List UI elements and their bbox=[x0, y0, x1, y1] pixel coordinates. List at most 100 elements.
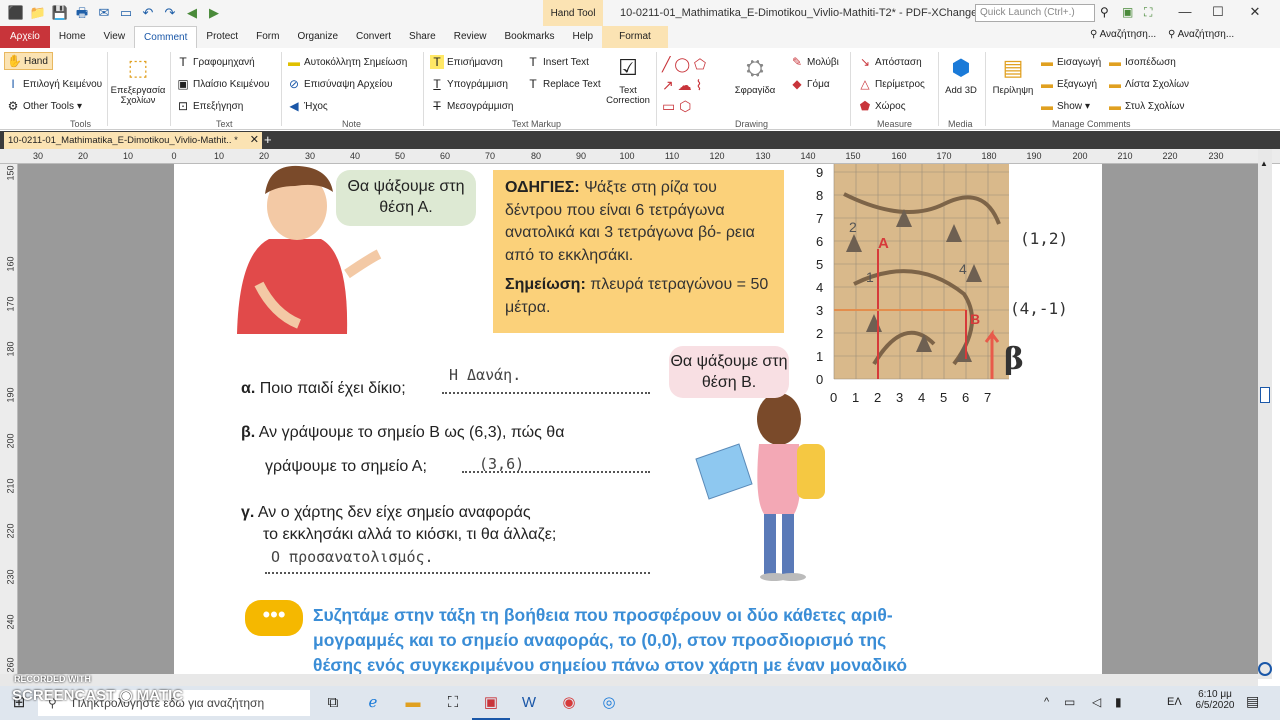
distance-button[interactable]: ↘ Απόσταση bbox=[858, 55, 922, 69]
comments-list-button[interactable]: ▬ Λίστα Σχολίων bbox=[1108, 77, 1189, 91]
fullscreen-icon[interactable]: ⛶ bbox=[1144, 5, 1152, 20]
eraser-button[interactable]: ◆ Γόμα bbox=[790, 77, 829, 91]
area-button[interactable]: ⬟ Χώρος bbox=[858, 99, 906, 113]
screencast-icon[interactable]: ◎ bbox=[590, 686, 628, 720]
sound-button[interactable]: ◀ Ήχος bbox=[287, 99, 327, 113]
ruler-label: 40 bbox=[349, 151, 361, 161]
show-button[interactable]: ▬ Show ▾ bbox=[1040, 99, 1090, 113]
document-tab[interactable]: 10-0211-01_Mathimatika_E-Dimotikou_Vivli… bbox=[4, 132, 262, 149]
language-indicator[interactable]: ΕΛ bbox=[1167, 696, 1182, 708]
text-correction-button[interactable]: ☑ Text Correction bbox=[603, 52, 653, 106]
textbox-button[interactable]: ▣ Πλαίσιο Κειμένου bbox=[176, 77, 269, 91]
search-button-2[interactable]: ⚲ Αναζήτηση... bbox=[1168, 29, 1234, 40]
open-icon[interactable]: 📁 bbox=[28, 3, 48, 23]
typewriter-button[interactable]: T Γραφομηχανή bbox=[176, 55, 254, 69]
restore-panels-icon[interactable]: ▣ bbox=[1122, 5, 1133, 19]
undo-icon[interactable]: ↶ bbox=[138, 3, 158, 23]
save-icon[interactable]: 💾 bbox=[50, 3, 70, 23]
drawing-shapes[interactable]: ╱ ◯ ⬠ ↗ ☁ ⌇ ▭ ⬡ bbox=[662, 54, 728, 117]
hand-button[interactable]: ✋ Hand bbox=[4, 52, 53, 70]
highlight-button[interactable]: T Επισήμανση bbox=[430, 55, 503, 69]
tab-bookmarks[interactable]: Bookmarks bbox=[496, 26, 564, 48]
export-button[interactable]: ▬ Εξαγωγή bbox=[1040, 77, 1097, 91]
speech-bubble-icon: ••• bbox=[245, 600, 303, 636]
word-icon[interactable]: W bbox=[510, 686, 548, 720]
rectangle-icon[interactable]: ▭ bbox=[662, 98, 675, 114]
strikeout-button[interactable]: T Μεσογράμμιση bbox=[430, 99, 513, 113]
scroll-thumb[interactable] bbox=[1260, 387, 1270, 403]
replace-text-button[interactable]: T Replace Text bbox=[526, 77, 600, 91]
tab-organize[interactable]: Organize bbox=[288, 26, 347, 48]
other-tools-button[interactable]: ⚙ Other Tools ▾ bbox=[6, 99, 82, 113]
pentagon-icon[interactable]: ⬡ bbox=[679, 98, 691, 114]
tray-chevron-icon[interactable]: ^ bbox=[1044, 696, 1049, 708]
ruler-label: 190 bbox=[5, 387, 16, 403]
pencil-button[interactable]: ✎ Μολύβι bbox=[790, 55, 839, 69]
tab-form[interactable]: Form bbox=[247, 26, 288, 48]
tab-home[interactable]: Home bbox=[50, 26, 95, 48]
network-icon[interactable]: ▭ bbox=[1064, 695, 1075, 709]
minimize-button[interactable]: — bbox=[1170, 4, 1200, 22]
email-icon[interactable]: ✉ bbox=[94, 3, 114, 23]
scan-icon[interactable]: ▭ bbox=[116, 3, 136, 23]
speaker-icon[interactable]: ◁ bbox=[1092, 695, 1101, 709]
stamp-button[interactable]: ⛭ Σφραγίδα bbox=[730, 52, 780, 96]
scroll-down-icon[interactable] bbox=[1258, 662, 1272, 676]
edge-icon[interactable]: ℯ bbox=[354, 686, 392, 720]
tab-protect[interactable]: Protect bbox=[197, 26, 247, 48]
search-icon[interactable]: ⚲ bbox=[1100, 5, 1109, 19]
tab-format[interactable]: Format bbox=[602, 26, 668, 48]
back-icon[interactable]: ◀ bbox=[182, 3, 202, 23]
underline-button[interactable]: T Υπογράμμιση bbox=[430, 77, 508, 91]
comment-styles-button[interactable]: ▬ Στυλ Σχολίων bbox=[1108, 99, 1184, 113]
vertical-scrollbar[interactable]: ▲ bbox=[1258, 149, 1272, 679]
attach-file-button[interactable]: ⊘ Επισύναψη Αρχείου bbox=[287, 77, 392, 91]
task-view-icon[interactable]: ⧉ bbox=[314, 686, 352, 720]
cloud-icon[interactable]: ☁ bbox=[678, 77, 692, 93]
notifications-icon[interactable]: ▤ bbox=[1246, 693, 1259, 710]
line-icon[interactable]: ╱ bbox=[662, 56, 670, 72]
maximize-button[interactable]: ☐ bbox=[1203, 4, 1233, 22]
battery-icon[interactable]: ▮ bbox=[1115, 695, 1122, 709]
tab-comment[interactable]: Comment bbox=[134, 26, 198, 48]
search-button-1[interactable]: ⚲ Αναζήτηση... bbox=[1090, 29, 1156, 40]
redo-icon[interactable]: ↷ bbox=[160, 3, 180, 23]
answer-b[interactable]: (3,6) bbox=[479, 455, 524, 473]
callout-button[interactable]: ⊡ Επεξήγηση bbox=[176, 99, 243, 113]
edit-comments-button[interactable]: ⬚ Επεξεργασία Σχολίων bbox=[108, 52, 168, 106]
answer-c[interactable]: Ο προσανατολισμός. bbox=[271, 548, 434, 566]
tab-help[interactable]: Help bbox=[564, 26, 603, 48]
close-icon[interactable]: ✕ bbox=[250, 132, 259, 149]
summary-button[interactable]: ▤ Περίληψη bbox=[988, 52, 1038, 96]
clock[interactable]: 6:10 μμ 6/5/2020 bbox=[1195, 689, 1235, 711]
tab-convert[interactable]: Convert bbox=[347, 26, 400, 48]
sticky-note-button[interactable]: ▬ Αυτοκόλλητη Σημείωση bbox=[287, 55, 407, 69]
tab-file[interactable]: Αρχείο bbox=[0, 26, 50, 48]
flatten-button[interactable]: ▬ Ισοπέδωση bbox=[1108, 55, 1176, 69]
polygon-icon[interactable]: ⬠ bbox=[694, 56, 706, 72]
close-button[interactable]: ✕ bbox=[1240, 4, 1270, 22]
answer-a[interactable]: Η Δανάη. bbox=[449, 366, 521, 384]
document-canvas[interactable]: Θα ψάξουμε στη θέση Α. ΟΔΗΓΙΕΣ: Ψάξτε στ… bbox=[18, 164, 1258, 674]
ellipse-icon[interactable]: ◯ bbox=[674, 56, 690, 72]
perimeter-button[interactable]: △ Περίμετρος bbox=[858, 77, 924, 91]
select-text-button[interactable]: I Επιλογή Κειμένου bbox=[6, 77, 102, 91]
arrow-icon[interactable]: ↗ bbox=[662, 77, 674, 93]
add-3d-button[interactable]: ⬢ Add 3D bbox=[940, 52, 982, 96]
print-icon[interactable]: 🖶 bbox=[72, 3, 92, 23]
pdf-xchange-taskbar-icon[interactable]: ▣ bbox=[472, 686, 510, 720]
insert-text-button[interactable]: T Insert Text bbox=[526, 55, 589, 69]
add-tab-icon[interactable]: + bbox=[264, 131, 272, 149]
tab-share[interactable]: Share bbox=[400, 26, 445, 48]
store-icon[interactable]: ⛶ bbox=[434, 686, 472, 720]
tab-view[interactable]: View bbox=[95, 26, 135, 48]
scroll-up-icon[interactable]: ▲ bbox=[1260, 159, 1270, 169]
polyline-icon[interactable]: ⌇ bbox=[696, 77, 703, 93]
horizontal-scrollbar[interactable] bbox=[0, 674, 1258, 686]
file-explorer-icon[interactable]: ▬ bbox=[394, 686, 432, 720]
forward-icon[interactable]: ▶ bbox=[204, 3, 224, 23]
chrome-icon[interactable]: ◉ bbox=[550, 686, 588, 720]
quick-launch-input[interactable]: Quick Launch (Ctrl+.) bbox=[975, 4, 1095, 22]
tab-review[interactable]: Review bbox=[445, 26, 496, 48]
import-button[interactable]: ▬ Εισαγωγή bbox=[1040, 55, 1101, 69]
